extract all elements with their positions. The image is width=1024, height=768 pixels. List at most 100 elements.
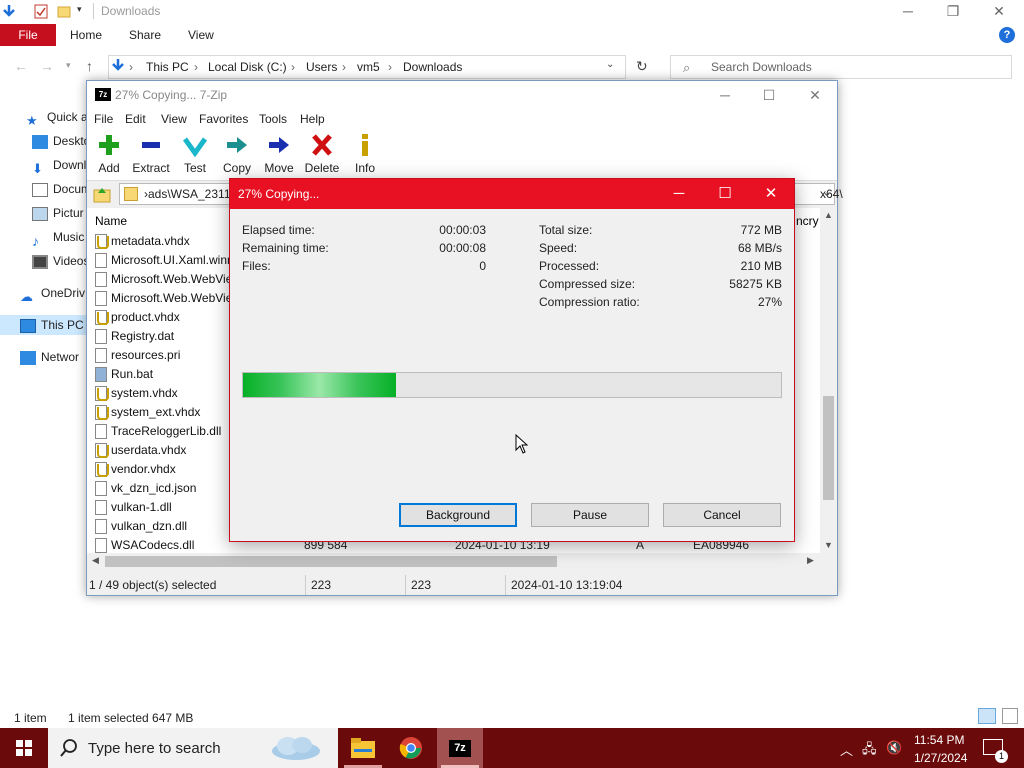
recent-locations-icon[interactable]: ▾: [66, 60, 71, 71]
menu-help[interactable]: Help: [300, 112, 325, 126]
explorer-search-box[interactable]: ⌕ Search Downloads: [670, 55, 1012, 79]
breadcrumb-downloads[interactable]: Downloads: [403, 60, 462, 74]
speed-value: 68 MB/s: [737, 241, 782, 255]
sevenzip-close-button[interactable]: ✕: [795, 84, 835, 106]
copy-arrow-icon: [227, 137, 247, 153]
cloud-icon: ☁: [20, 288, 33, 303]
nav-downloads[interactable]: ⬇ Downl: [32, 155, 94, 175]
back-arrow-icon[interactable]: ←: [14, 58, 28, 74]
help-icon[interactable]: ?: [999, 27, 1015, 43]
clock-date[interactable]: 1/27/2024: [914, 751, 967, 765]
address-dropdown-icon[interactable]: ⌄: [606, 59, 614, 70]
folder-up-icon[interactable]: [93, 185, 111, 203]
menu-edit[interactable]: Edit: [125, 112, 146, 126]
volume-muted-icon[interactable]: 🔇: [886, 740, 902, 756]
dialog-maximize-button[interactable]: ☐: [702, 179, 748, 209]
menu-tools[interactable]: Tools: [259, 112, 287, 126]
taskbar-chrome[interactable]: [388, 728, 434, 768]
vertical-scroll-thumb[interactable]: [823, 396, 834, 500]
large-icons-view-icon[interactable]: [1002, 708, 1018, 724]
scroll-down-icon[interactable]: ▼: [824, 540, 833, 550]
nav-label: Networ: [41, 350, 80, 364]
dll-file-icon: [95, 519, 107, 534]
breadcrumb-vm5[interactable]: vm5: [357, 60, 380, 74]
dialog-close-button[interactable]: ✕: [748, 179, 794, 209]
cancel-button[interactable]: Cancel: [663, 503, 781, 527]
copy-button[interactable]: Copy: [215, 131, 259, 177]
network-status-icon[interactable]: 🖧: [862, 740, 877, 762]
start-button[interactable]: [0, 728, 48, 768]
nav-desktop[interactable]: Deskto: [32, 131, 94, 151]
total-size-value: 772 MB: [740, 223, 782, 237]
background-button[interactable]: Background: [399, 503, 517, 527]
scroll-right-icon[interactable]: ▶: [807, 555, 814, 566]
menu-view[interactable]: View: [161, 112, 187, 126]
nav-label: Videos: [53, 254, 90, 268]
nav-music[interactable]: ♪ Music: [32, 227, 94, 247]
show-hidden-icons-icon[interactable]: ︿: [840, 740, 853, 759]
test-button[interactable]: Test: [173, 131, 217, 177]
nav-pictures[interactable]: Pictur: [32, 203, 94, 223]
column-header-encrypted[interactable]: ncry: [796, 214, 819, 228]
file-name: product.vhdx: [111, 310, 180, 324]
explorer-maximize-button[interactable]: ❐: [930, 0, 976, 24]
scroll-left-icon[interactable]: ◀: [92, 555, 99, 566]
nav-documents[interactable]: Docum: [32, 179, 94, 199]
breadcrumb-this-pc[interactable]: This PC: [146, 60, 189, 74]
dialog-titlebar: 27% Copying... ─ ☐ ✕: [230, 179, 794, 209]
sevenzip-minimize-button[interactable]: ─: [705, 84, 745, 106]
breadcrumb-separator-icon: ›: [342, 60, 346, 74]
nav-quick-access[interactable]: ★ Quick a: [26, 107, 88, 127]
breadcrumb-separator-icon: ›: [194, 60, 198, 74]
progress-bar-fill: [243, 373, 397, 397]
ribbon-view-tab[interactable]: View: [188, 24, 214, 46]
new-folder-icon[interactable]: [57, 4, 71, 19]
pause-button[interactable]: Pause: [531, 503, 649, 527]
dialog-minimize-button[interactable]: ─: [656, 179, 702, 209]
scroll-up-icon[interactable]: ▲: [824, 210, 833, 220]
info-button[interactable]: Info: [343, 131, 387, 177]
ribbon-share-tab[interactable]: Share: [129, 24, 161, 46]
nav-this-pc[interactable]: This PC: [20, 315, 86, 335]
delete-button[interactable]: Delete: [300, 131, 344, 177]
download-arrow-icon[interactable]: [2, 4, 16, 19]
move-button[interactable]: Move: [257, 131, 301, 177]
breadcrumb-separator-icon: ›: [388, 60, 392, 74]
nav-onedrive[interactable]: ☁ OneDriv: [20, 283, 86, 303]
horizontal-scroll-thumb[interactable]: [105, 556, 557, 567]
nav-videos[interactable]: Videos: [32, 251, 94, 271]
breadcrumb-local-disk[interactable]: Local Disk (C:): [208, 60, 287, 74]
horizontal-scrollbar[interactable]: ◀ ▶: [87, 553, 820, 570]
menu-file[interactable]: File: [94, 112, 113, 126]
ribbon-file-tab[interactable]: File: [0, 24, 56, 46]
path-dropdown-icon[interactable]: ⌄: [822, 185, 832, 199]
taskbar-7zip[interactable]: 7z: [437, 728, 483, 768]
vhdx-file-icon: [95, 386, 109, 401]
remaining-value: 00:00:08: [439, 241, 486, 255]
details-view-icon[interactable]: [978, 708, 996, 724]
star-icon: ★: [26, 112, 38, 127]
clock-time[interactable]: 11:54 PM: [914, 733, 964, 747]
column-header-name[interactable]: Name: [95, 214, 127, 228]
extract-button[interactable]: Extract: [129, 131, 173, 177]
up-arrow-icon[interactable]: ↑: [86, 58, 93, 74]
explorer-close-button[interactable]: ✕: [976, 0, 1022, 24]
forward-arrow-icon[interactable]: →: [40, 58, 54, 74]
ribbon-home-tab[interactable]: Home: [70, 24, 102, 46]
file-name: system.vhdx: [111, 386, 178, 400]
menu-favorites[interactable]: Favorites: [199, 112, 248, 126]
taskbar-file-explorer[interactable]: [340, 728, 386, 768]
taskbar-search-box[interactable]: Type here to search: [48, 728, 338, 768]
move-label: Move: [264, 161, 294, 175]
add-button[interactable]: Add: [87, 131, 131, 177]
quick-access-dropdown-icon[interactable]: ▾: [77, 4, 82, 15]
sevenzip-maximize-button[interactable]: ☐: [749, 84, 789, 106]
explorer-minimize-button[interactable]: ─: [885, 0, 931, 24]
vertical-scrollbar[interactable]: ▲ ▼: [820, 208, 837, 553]
nav-network[interactable]: Networ: [20, 347, 86, 367]
refresh-icon[interactable]: ↻: [636, 58, 648, 75]
breadcrumb-users[interactable]: Users: [306, 60, 337, 74]
breadcrumb-separator-icon: ›: [129, 60, 133, 74]
explorer-search-input[interactable]: Search Downloads: [711, 60, 812, 74]
properties-icon[interactable]: [34, 4, 48, 19]
